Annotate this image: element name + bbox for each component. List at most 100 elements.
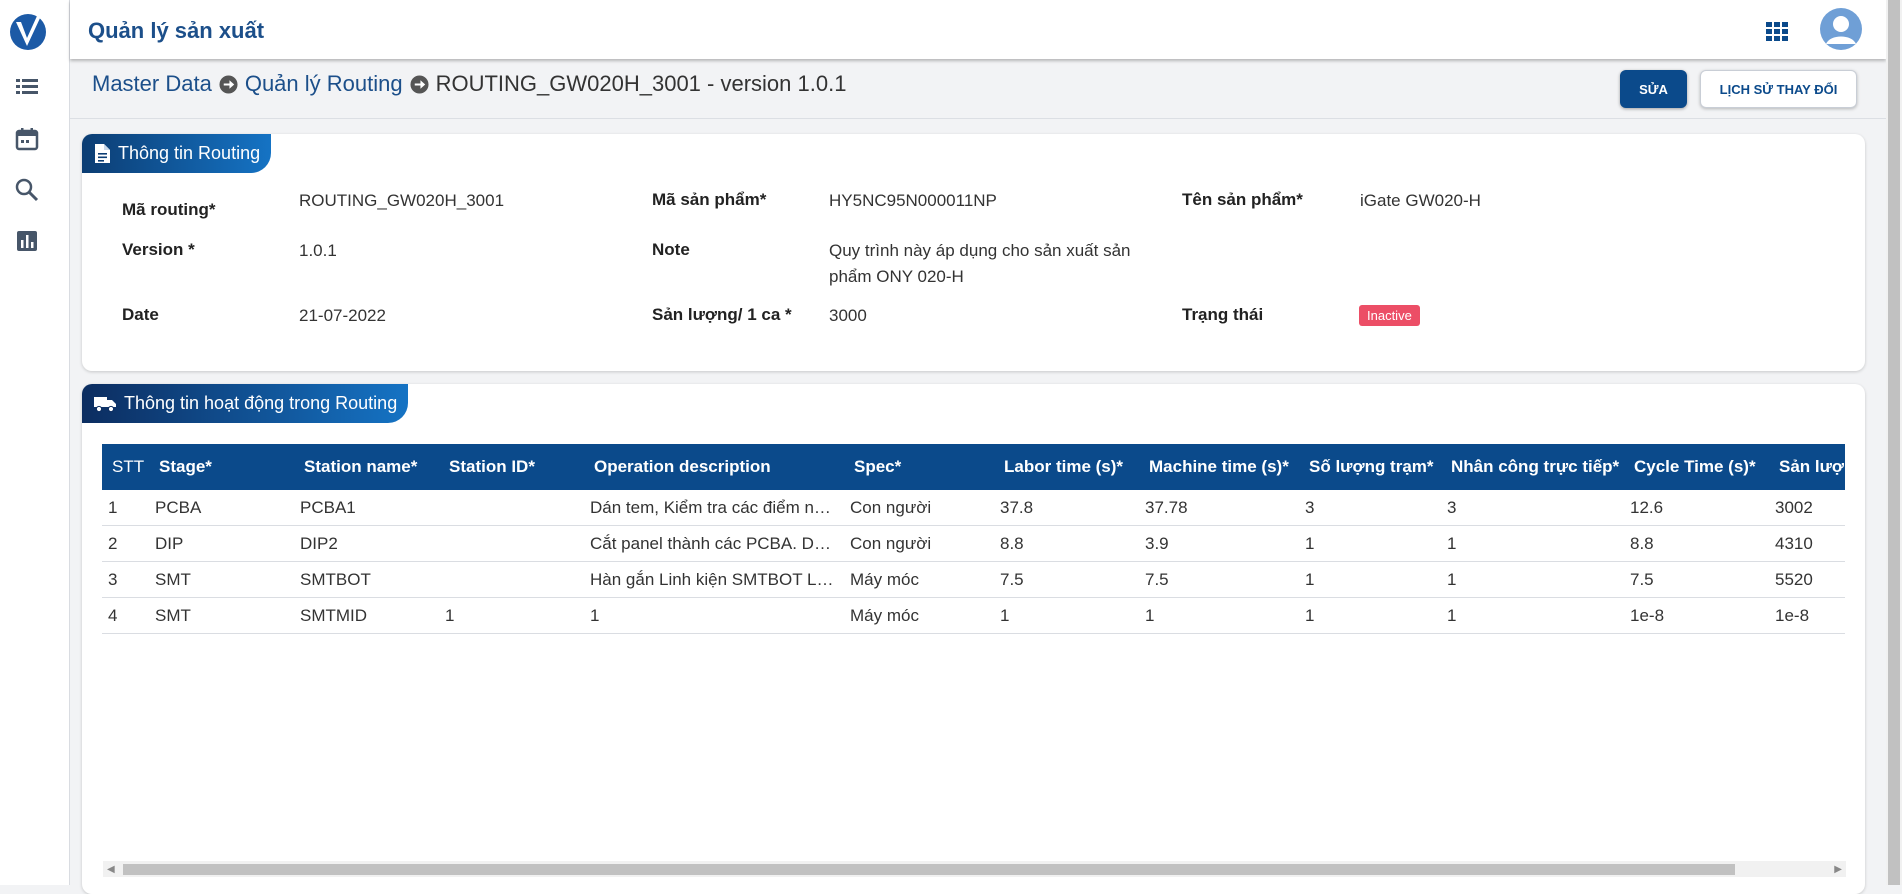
user-avatar-icon[interactable] (1820, 8, 1862, 50)
table-cell: 1 (1441, 561, 1624, 598)
table-cell: 1 (102, 490, 149, 526)
column-header[interactable]: Stage* (149, 444, 294, 490)
version-value: 1.0.1 (299, 241, 337, 260)
column-header[interactable]: Cycle Time (s)* (1624, 444, 1769, 490)
table-cell: SMT (149, 561, 294, 598)
activities-table: STT Stage* Station name* Station ID* Ope… (102, 444, 1845, 634)
table-row[interactable]: 2 DIP DIP2 Cắt panel thành các PCBA. Dán… (102, 525, 1845, 562)
table-cell: SMTMID (294, 597, 439, 634)
table-cell: Con người (844, 525, 994, 562)
table-cell: 12.6 (1624, 490, 1769, 526)
routing-code-label: Mã routing* (122, 200, 216, 219)
table-cell: 1 (1441, 597, 1624, 634)
table-cell: 1 (1139, 597, 1299, 634)
column-header[interactable]: Số lượng trạm* (1299, 444, 1441, 490)
table-row[interactable]: 4 SMT SMTMID 1 1 Máy móc 1 1 1 1 1e-8 1e… (102, 597, 1845, 634)
table-cell: 1e-8 (1769, 597, 1845, 634)
output-value: 3000 (829, 306, 867, 325)
calendar-icon[interactable] (14, 126, 40, 152)
table-cell (439, 525, 584, 562)
table-row[interactable]: 3 SMT SMTBOT Hàn gắn Linh kiện SMTBOT LI… (102, 561, 1845, 598)
table-cell: 3 (102, 561, 149, 598)
document-icon (95, 144, 110, 163)
scroll-left-icon[interactable]: ◀ (107, 864, 115, 875)
horizontal-scrollbar-thumb[interactable] (123, 864, 1735, 875)
table-cell: 37.8 (994, 490, 1139, 526)
table-cell: 1 (1299, 561, 1441, 598)
column-header[interactable]: Labor time (s)* (994, 444, 1139, 490)
table-cell: SMTBOT (294, 561, 439, 598)
note-value: Quy trình này áp dụng cho sản xuất sản p… (829, 241, 1131, 286)
scroll-right-icon[interactable]: ▶ (1834, 864, 1842, 875)
table-cell: DIP2 (294, 525, 439, 562)
routing-info-card: Thông tin Routing Mã routing* ROUTING_GW… (82, 134, 1865, 371)
table-cell: 4 (102, 597, 149, 634)
table-cell: 4310 (1769, 525, 1845, 562)
table-cell: 7.5 (994, 561, 1139, 598)
column-header[interactable]: Nhân công trực tiếp* (1441, 444, 1624, 490)
table-cell: Dán tem, Kiểm tra các điểm ngoại quan (584, 490, 844, 526)
table-cell (439, 561, 584, 598)
column-header[interactable]: Sản lượng (1769, 444, 1845, 490)
status-badge: Inactive (1359, 305, 1420, 326)
status-label: Trạng thái (1182, 305, 1264, 324)
apps-grid-icon[interactable] (1766, 22, 1788, 42)
list-icon[interactable] (14, 74, 40, 100)
table-cell: Con người (844, 490, 994, 526)
arrow-right-circle-icon (219, 74, 238, 94)
truck-icon (94, 396, 116, 412)
table-cell: Cắt panel thành các PCBA. Dán tem (584, 525, 844, 562)
product-code-label: Mã sản phẩm* (652, 190, 767, 209)
edit-button[interactable]: SỬA (1620, 70, 1687, 108)
table-cell (439, 490, 584, 526)
arrow-right-circle-icon (410, 74, 429, 94)
logo-icon[interactable] (8, 10, 48, 52)
table-row[interactable]: 1 PCBA PCBA1 Dán tem, Kiểm tra các điểm … (102, 490, 1845, 526)
product-name-value: iGate GW020-H (1360, 191, 1481, 210)
date-label: Date (122, 305, 159, 324)
column-header[interactable]: Station name* (294, 444, 439, 490)
table-cell: 5520 (1769, 561, 1845, 598)
table-cell: 7.5 (1139, 561, 1299, 598)
table-cell: PCBA (149, 490, 294, 526)
column-header[interactable]: Operation description (584, 444, 844, 490)
routing-code-value: ROUTING_GW020H_3001 (299, 191, 505, 210)
table-cell: Máy móc (844, 561, 994, 598)
table-cell: 37.78 (1139, 490, 1299, 526)
routing-info-title: Thông tin Routing (118, 143, 261, 163)
activities-table-container: STT Stage* Station name* Station ID* Ope… (102, 444, 1845, 844)
search-icon[interactable] (14, 177, 40, 203)
change-history-button[interactable]: LỊCH SỬ THAY ĐỔI (1700, 70, 1857, 108)
horizontal-scrollbar[interactable]: ◀ ▶ (103, 861, 1846, 877)
table-cell: Hàn gắn Linh kiện SMTBOT LINE (584, 561, 844, 598)
column-header[interactable]: Machine time (s)* (1139, 444, 1299, 490)
table-cell: 1e-8 (1624, 597, 1769, 634)
chart-icon[interactable] (14, 228, 40, 254)
note-label: Note (652, 240, 690, 259)
table-cell: 3 (1299, 490, 1441, 526)
date-value: 21-07-2022 (299, 306, 386, 325)
table-cell: PCBA1 (294, 490, 439, 526)
table-cell: 7.5 (1624, 561, 1769, 598)
vertical-scrollbar[interactable] (1886, 0, 1902, 885)
table-cell: 8.8 (994, 525, 1139, 562)
activities-title: Thông tin hoạt động trong Routing (124, 393, 398, 413)
app-title: Quản lý sản xuất (88, 18, 265, 43)
column-header[interactable]: STT (102, 444, 149, 490)
product-code-value: HY5NC95N000011NP (829, 191, 997, 210)
table-cell: 1 (994, 597, 1139, 634)
vertical-scrollbar-thumb[interactable] (1888, 0, 1900, 885)
table-cell: 1 (439, 597, 584, 634)
table-cell: 1 (1441, 525, 1624, 562)
top-bar: Quản lý sản xuất (70, 0, 1886, 59)
column-header[interactable]: Spec* (844, 444, 994, 490)
breadcrumb-routing-management[interactable]: Quản lý Routing (245, 71, 403, 97)
table-header-row: STT Stage* Station name* Station ID* Ope… (102, 444, 1845, 490)
table-cell: 3 (1441, 490, 1624, 526)
table-cell: SMT (149, 597, 294, 634)
sidebar (0, 0, 70, 885)
column-header[interactable]: Station ID* (439, 444, 584, 490)
version-label: Version * (122, 240, 195, 259)
breadcrumb-master-data[interactable]: Master Data (92, 71, 212, 97)
table-cell: 8.8 (1624, 525, 1769, 562)
